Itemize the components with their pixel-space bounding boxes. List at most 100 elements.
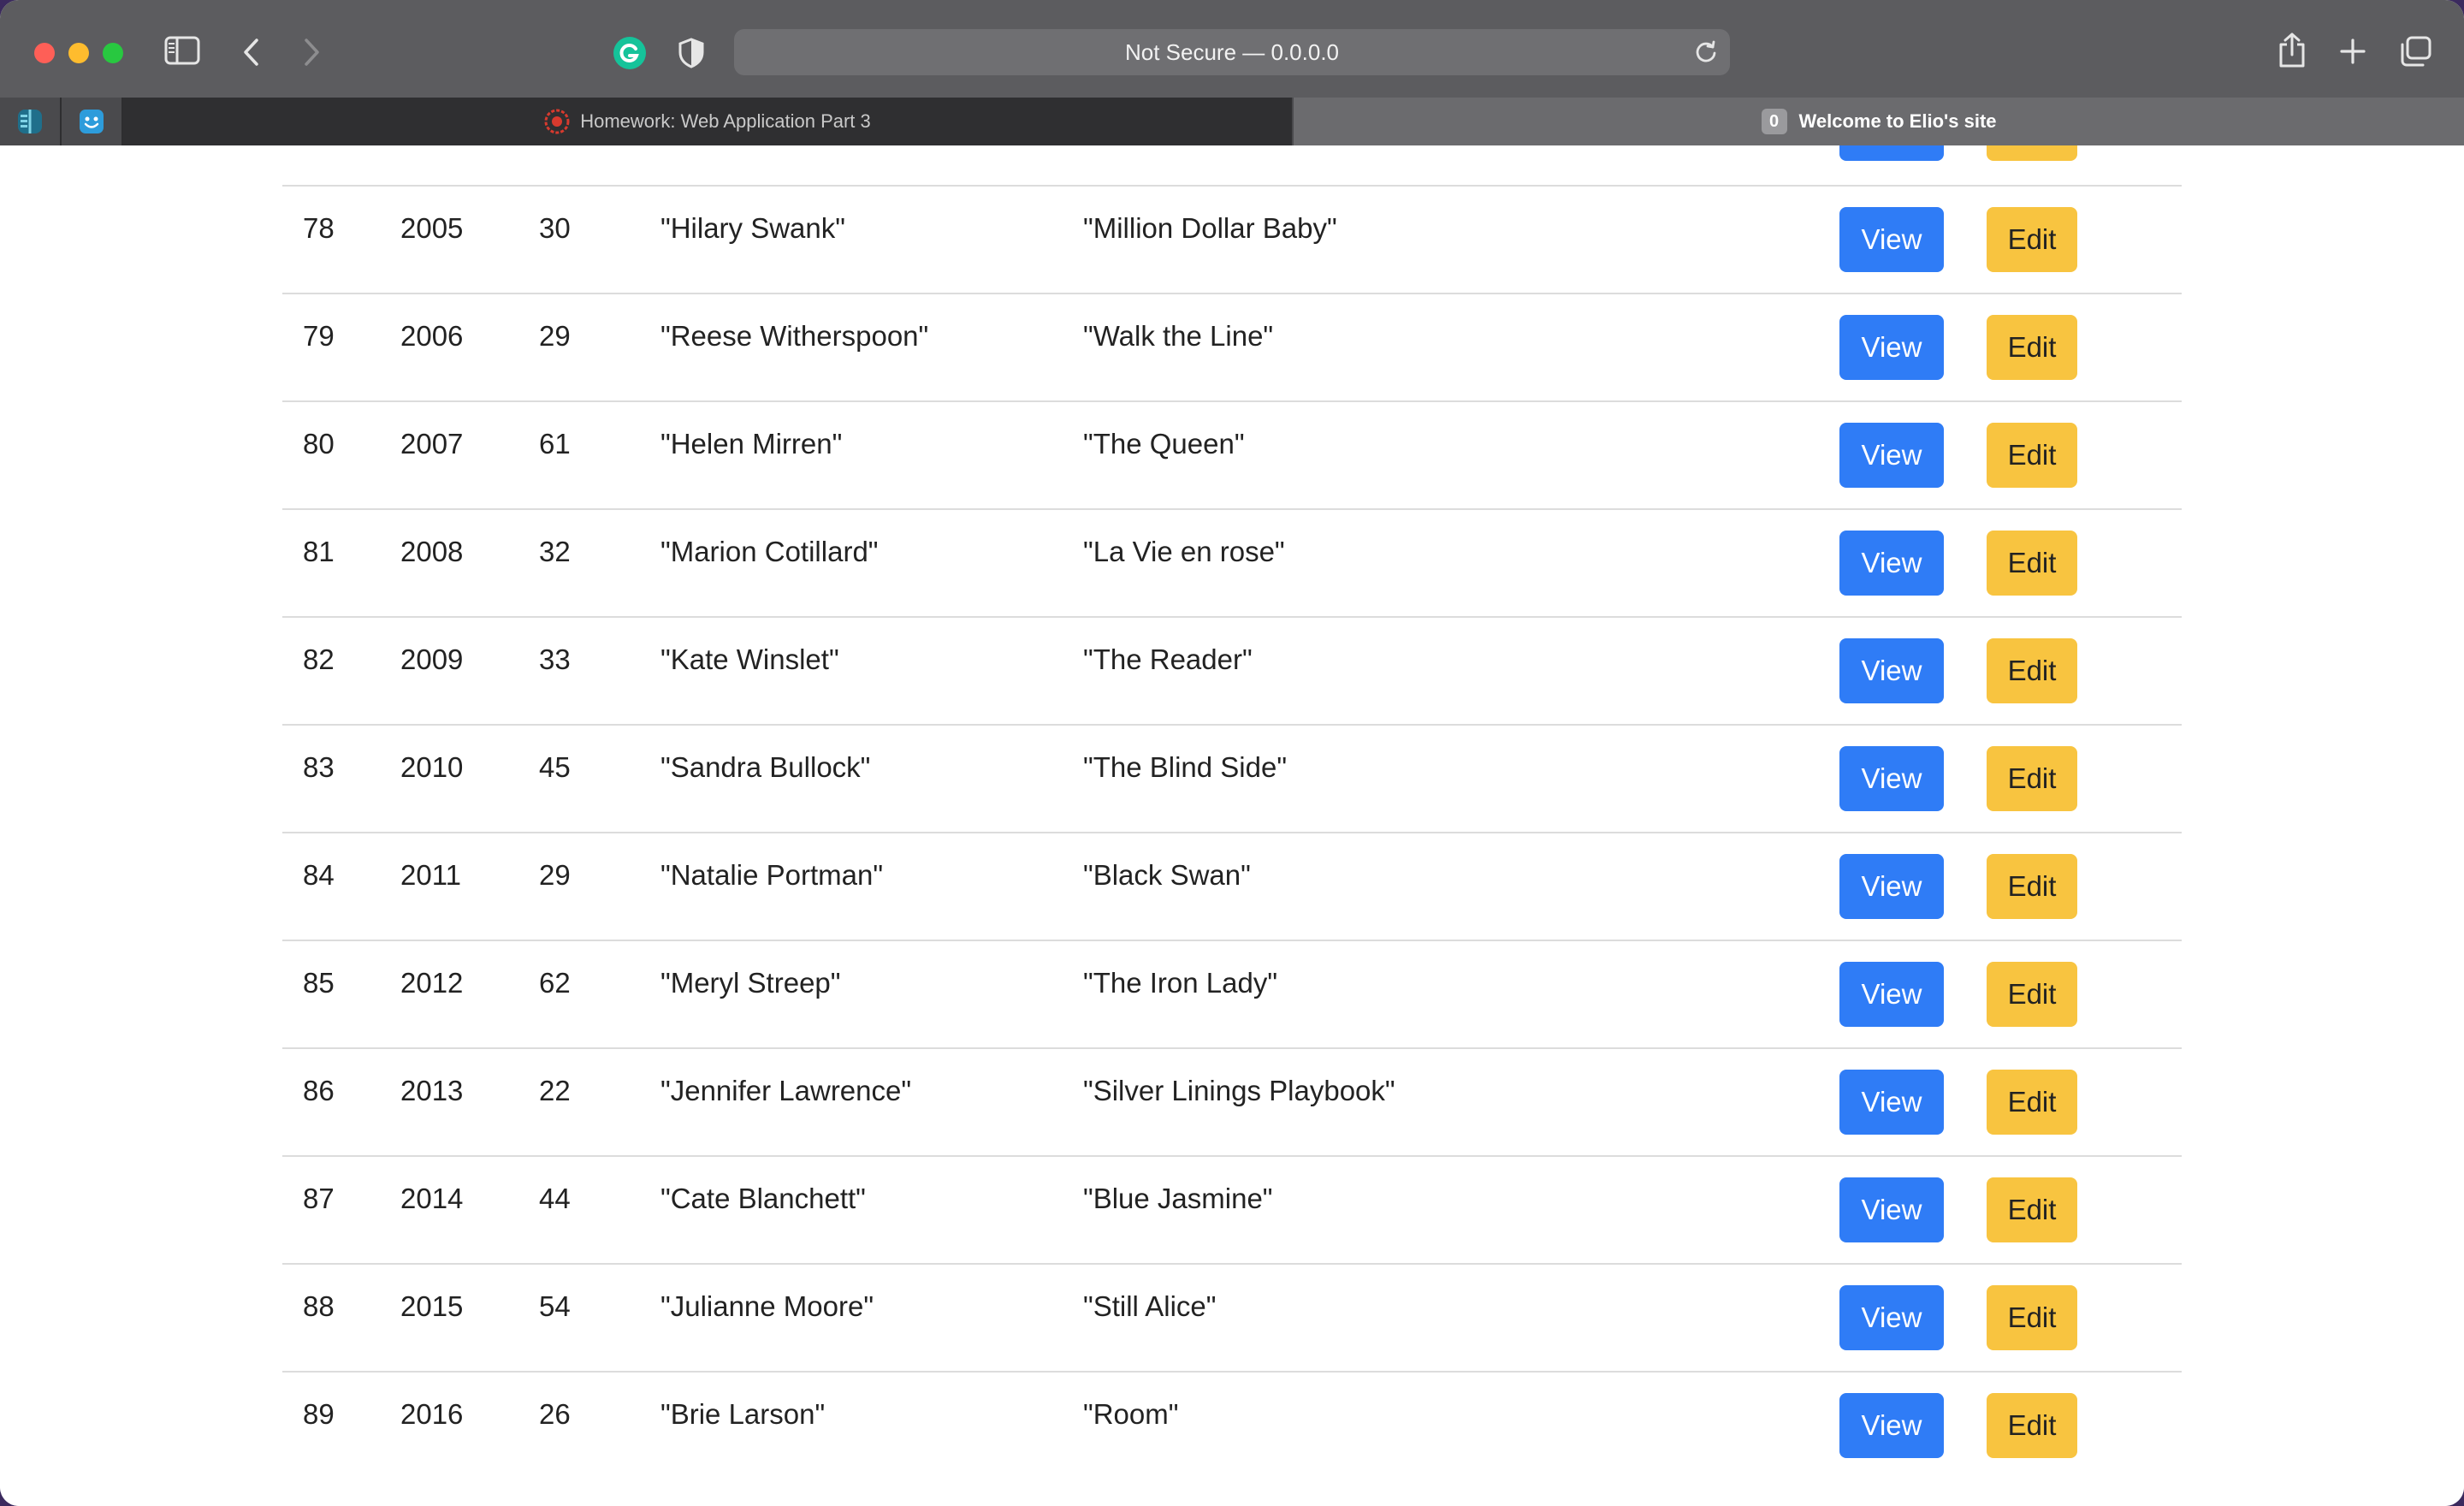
movie-title-cell: "Walk the Line" xyxy=(1083,320,1274,352)
age-cell: 30 xyxy=(539,212,571,244)
age-cell: 33 xyxy=(539,643,571,675)
privacy-shield-icon[interactable] xyxy=(678,38,705,68)
edit-button[interactable]: Edit xyxy=(1987,638,2077,703)
winners-table: 78 2005 30 "Hilary Swank" "Million Dollar Ba… xyxy=(282,185,2182,1479)
grammarly-icon[interactable] xyxy=(613,36,647,70)
edit-button[interactable]: Edit xyxy=(1987,1285,2077,1350)
page-content: 78 2005 30 "Hilary Swank" "Million Dollar Ba… xyxy=(0,145,2464,1506)
edit-button[interactable]: Edit xyxy=(1987,962,2077,1027)
edit-button[interactable]: Edit xyxy=(1987,1070,2077,1135)
row-id-cell: 87 xyxy=(303,1183,335,1214)
view-button[interactable]: View xyxy=(1839,962,1944,1027)
row-id-cell: 79 xyxy=(303,320,335,352)
view-button[interactable]: View xyxy=(1839,746,1944,811)
year-cell: 2008 xyxy=(400,536,464,567)
edit-button[interactable]: Edit xyxy=(1987,1177,2077,1242)
table-row: 79 2006 29 "Reese Witherspoon" "Walk the Lin… xyxy=(282,293,2182,400)
actress-name-cell: "Jennifer Lawrence" xyxy=(660,1075,912,1106)
actress-name-cell: "Natalie Portman" xyxy=(660,859,884,891)
age-cell: 32 xyxy=(539,536,571,567)
back-icon[interactable] xyxy=(241,38,262,67)
row-id-cell: 81 xyxy=(303,536,335,567)
movie-title-cell: "The Blind Side" xyxy=(1083,751,1288,783)
table-row: 88 2015 54 "Julianne Moore" "Still Alice" Vie… xyxy=(282,1263,2182,1371)
tab-title: Homework: Web Application Part 3 xyxy=(580,110,871,132)
pinned-smiley-icon xyxy=(80,110,104,133)
view-button[interactable]: View xyxy=(1839,531,1944,596)
share-icon[interactable] xyxy=(2277,33,2307,68)
movie-title-cell: "Blue Jasmine" xyxy=(1083,1183,1273,1214)
view-button[interactable]: View xyxy=(1839,854,1944,919)
row-id-cell: 89 xyxy=(303,1398,335,1430)
close-window-button[interactable] xyxy=(34,43,55,63)
year-cell: 2016 xyxy=(400,1398,464,1430)
actress-name-cell: "Meryl Streep" xyxy=(660,967,841,999)
new-tab-icon[interactable] xyxy=(2339,38,2366,65)
row-id-cell: 83 xyxy=(303,751,335,783)
view-button[interactable]: View xyxy=(1839,315,1944,380)
actress-name-cell: "Helen Mirren" xyxy=(660,428,843,460)
actress-name-cell: "Reese Witherspoon" xyxy=(660,320,929,352)
edit-button-partial[interactable] xyxy=(1987,145,2077,161)
edit-button[interactable]: Edit xyxy=(1987,531,2077,596)
row-id-cell: 88 xyxy=(303,1290,335,1322)
age-cell: 44 xyxy=(539,1183,571,1214)
address-bar[interactable]: Not Secure — 0.0.0.0 xyxy=(734,29,1730,75)
tab-overview-icon[interactable] xyxy=(2399,36,2431,67)
table-row: 84 2011 29 "Natalie Portman" "Black Swan" Vie… xyxy=(282,832,2182,940)
browser-toolbar: Not Secure — 0.0.0.0 xyxy=(0,0,2464,98)
view-button[interactable]: View xyxy=(1839,207,1944,272)
view-button[interactable]: View xyxy=(1839,1177,1944,1242)
tab-homework[interactable]: Homework: Web Application Part 3 xyxy=(123,98,1292,145)
sidebar-icon[interactable] xyxy=(164,36,200,65)
table-row: 85 2012 62 "Meryl Streep" "The Iron Lady" Vie… xyxy=(282,940,2182,1047)
actress-name-cell: "Marion Cotillard" xyxy=(660,536,879,567)
age-cell: 29 xyxy=(539,320,571,352)
year-cell: 2006 xyxy=(400,320,464,352)
view-button[interactable]: View xyxy=(1839,1070,1944,1135)
view-button-partial[interactable] xyxy=(1839,145,1944,161)
row-id-cell: 86 xyxy=(303,1075,335,1106)
view-button[interactable]: View xyxy=(1839,1393,1944,1458)
row-id-cell: 82 xyxy=(303,643,335,675)
age-cell: 26 xyxy=(539,1398,571,1430)
view-button[interactable]: View xyxy=(1839,423,1944,488)
pinned-site-icon xyxy=(18,110,42,133)
edit-button[interactable]: Edit xyxy=(1987,207,2077,272)
actress-name-cell: "Hilary Swank" xyxy=(660,212,845,244)
forward-icon[interactable] xyxy=(301,38,322,67)
tab-badge: 0 xyxy=(1761,109,1787,134)
age-cell: 61 xyxy=(539,428,571,460)
year-cell: 2009 xyxy=(400,643,464,675)
actress-name-cell: "Kate Winslet" xyxy=(660,643,839,675)
table-row: 82 2009 33 "Kate Winslet" "The Reader" View Ed… xyxy=(282,616,2182,724)
view-button[interactable]: View xyxy=(1839,638,1944,703)
table-row: 81 2008 32 "Marion Cotillard" "La Vie en ros… xyxy=(282,508,2182,616)
year-cell: 2014 xyxy=(400,1183,464,1214)
year-cell: 2015 xyxy=(400,1290,464,1322)
edit-button[interactable]: Edit xyxy=(1987,315,2077,380)
age-cell: 22 xyxy=(539,1075,571,1106)
movie-title-cell: "The Iron Lady" xyxy=(1083,967,1278,999)
edit-button[interactable]: Edit xyxy=(1987,854,2077,919)
edit-button[interactable]: Edit xyxy=(1987,1393,2077,1458)
view-button[interactable]: View xyxy=(1839,1285,1944,1350)
edit-button[interactable]: Edit xyxy=(1987,746,2077,811)
table-row: 83 2010 45 "Sandra Bullock" "The Blind Side"… xyxy=(282,724,2182,832)
movie-title-cell: "The Reader" xyxy=(1083,643,1253,675)
year-cell: 2005 xyxy=(400,212,464,244)
edit-button[interactable]: Edit xyxy=(1987,423,2077,488)
tab-elio-site[interactable]: 0 Welcome to Elio's site xyxy=(1294,98,2464,145)
movie-title-cell: "Silver Linings Playbook" xyxy=(1083,1075,1395,1106)
table-row: 80 2007 61 "Helen Mirren" "The Queen" View Edi… xyxy=(282,400,2182,508)
age-cell: 54 xyxy=(539,1290,571,1322)
pinned-tab-2[interactable] xyxy=(62,98,123,145)
year-cell: 2013 xyxy=(400,1075,464,1106)
reload-icon[interactable] xyxy=(1694,40,1718,68)
row-id-cell: 78 xyxy=(303,212,335,244)
table-row: 89 2016 26 "Brie Larson" "Room" View Edit xyxy=(282,1371,2182,1479)
minimize-window-button[interactable] xyxy=(68,43,89,63)
maximize-window-button[interactable] xyxy=(103,43,123,63)
pinned-tab-1[interactable] xyxy=(0,98,62,145)
age-cell: 29 xyxy=(539,859,571,891)
